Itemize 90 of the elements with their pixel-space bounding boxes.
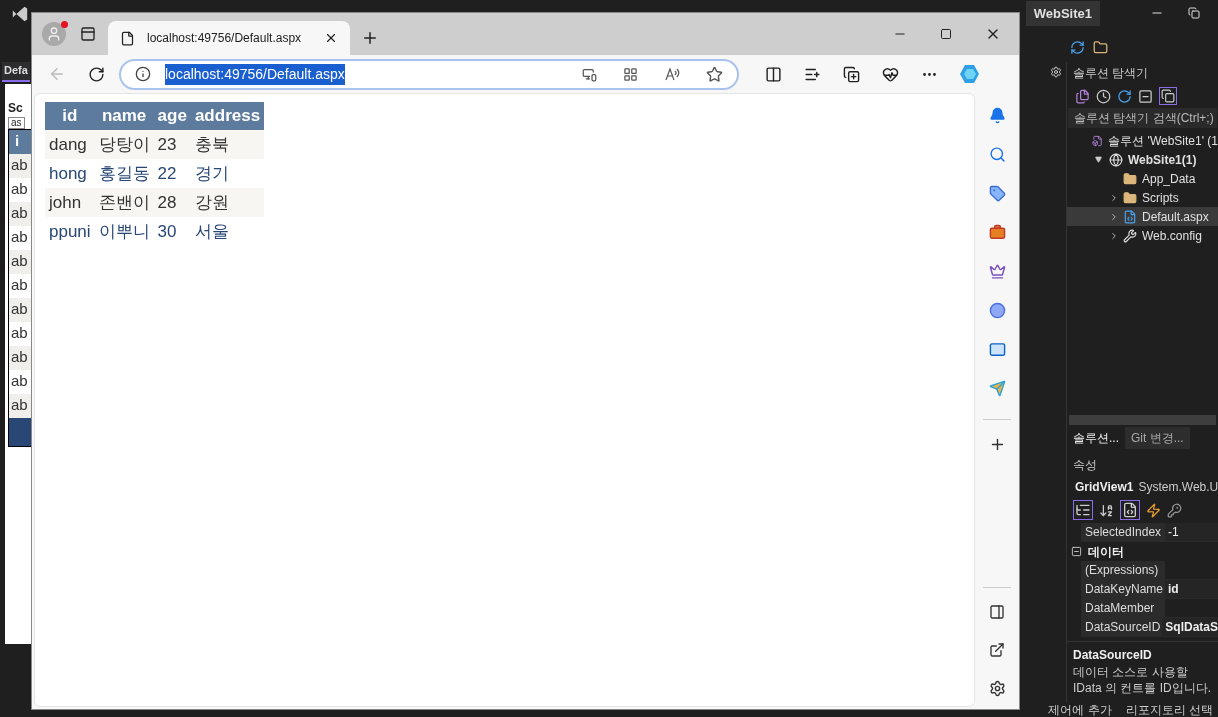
- table-cell: dang: [45, 130, 95, 159]
- object-type: System.Web.U: [1138, 479, 1218, 496]
- reload-button[interactable]: [88, 65, 105, 83]
- collapse-icon[interactable]: [1071, 546, 1082, 557]
- column-header: address: [190, 102, 265, 130]
- profile-button[interactable]: [42, 22, 66, 46]
- property-category: 데이터: [1088, 543, 1124, 561]
- table-cell: 존밴이: [94, 188, 154, 217]
- tree-item[interactable]: Scripts: [1067, 188, 1218, 207]
- history-icon[interactable]: [1096, 88, 1111, 104]
- panel-title: 속성: [1072, 457, 1098, 474]
- solution-name: WebSite1: [1025, 1, 1100, 26]
- expanded-arrow-icon[interactable]: [1095, 156, 1102, 163]
- restore-button[interactable]: [1188, 7, 1200, 19]
- tree-item[interactable]: Web.config: [1067, 226, 1218, 245]
- properties-icon[interactable]: [1120, 500, 1140, 520]
- apps-icon[interactable]: [623, 66, 638, 82]
- refresh-icon[interactable]: [1070, 39, 1085, 55]
- tree-item[interactable]: App_Data: [1067, 169, 1218, 188]
- design-heading: Sc: [8, 100, 24, 117]
- tab-actions-icon[interactable]: [80, 26, 96, 42]
- lightning-icon[interactable]: [1146, 502, 1161, 518]
- folder-icon: [1123, 190, 1137, 205]
- send-icon[interactable]: [988, 380, 1006, 397]
- description-text: 데이터 소스로 사용할 IData 의 컨트롤 ID입니다.: [1073, 664, 1212, 696]
- maximize-button[interactable]: [940, 28, 952, 40]
- profile-icon: [46, 26, 62, 42]
- property-value[interactable]: SqlDataS: [1162, 618, 1218, 636]
- property-value[interactable]: id: [1165, 580, 1218, 598]
- tree-item[interactable]: 솔루션 'WebSite1' (1: [1067, 131, 1218, 150]
- table-cell: 23: [153, 130, 191, 159]
- heart-icon[interactable]: [882, 65, 899, 83]
- tree-item[interactable]: Default.aspx: [1067, 207, 1218, 226]
- collections-icon[interactable]: [843, 65, 860, 83]
- search-field[interactable]: 솔루션 탐색기 검색(Ctrl+;): [1068, 108, 1217, 128]
- read-aloud-icon[interactable]: [664, 66, 680, 82]
- column-header: name: [94, 102, 154, 130]
- globe-icon: [1109, 152, 1123, 167]
- close-tab-icon[interactable]: [324, 31, 338, 45]
- panel-tab[interactable]: Git 변경...: [1125, 427, 1190, 449]
- table-cell: 28: [153, 188, 191, 217]
- column-header: age: [153, 102, 191, 130]
- table-cell: 당탕이: [94, 130, 154, 159]
- status-item[interactable]: 리포지토리 선택: [1125, 703, 1213, 717]
- table-cell: john: [45, 188, 95, 217]
- property-value[interactable]: -1: [1165, 523, 1218, 541]
- new-tab-button[interactable]: [361, 29, 379, 47]
- property-name: DataSourceID: [1081, 618, 1163, 636]
- property-name: DataMember: [1081, 599, 1165, 617]
- sidebar-toggle-icon[interactable]: [989, 604, 1005, 620]
- pages-icon[interactable]: [1159, 87, 1177, 105]
- tab-title: localhost:49756/Default.aspx: [147, 30, 303, 47]
- external-link-icon[interactable]: [989, 642, 1005, 658]
- page-icon: [120, 30, 135, 46]
- browser-tab[interactable]: localhost:49756/Default.aspx: [108, 21, 350, 55]
- tag-icon[interactable]: [988, 185, 1006, 202]
- table-cell: 강원: [190, 188, 265, 217]
- address-bar[interactable]: localhost:49756/Default.aspx: [119, 58, 739, 90]
- search-icon[interactable]: [988, 146, 1006, 163]
- info-icon[interactable]: [135, 66, 151, 82]
- circle-app-icon[interactable]: [988, 302, 1006, 319]
- favorite-icon[interactable]: [706, 65, 723, 83]
- split-screen-icon[interactable]: [765, 65, 782, 83]
- key-icon[interactable]: [1167, 502, 1182, 518]
- collapse-icon[interactable]: [1138, 88, 1153, 104]
- file-icon: [1123, 209, 1137, 224]
- editor-tab[interactable]: Defa: [2, 62, 30, 82]
- address-text[interactable]: localhost:49756/Default.aspx: [165, 63, 345, 85]
- property-name: DataKeyName: [1081, 580, 1165, 598]
- file-icon: [1092, 133, 1104, 148]
- object-name: GridView1: [1075, 479, 1134, 496]
- folder-icon: [1123, 171, 1137, 186]
- property-name: SelectedIndex: [1081, 523, 1165, 541]
- logo-icon: [11, 5, 29, 23]
- status-item[interactable]: 제어에 추가: [1048, 703, 1112, 717]
- refresh-icon[interactable]: [1117, 88, 1132, 104]
- wrench-icon: [1123, 228, 1137, 243]
- settings-icon[interactable]: [988, 680, 1006, 697]
- panel-title: 솔루션 탐색기: [1072, 65, 1150, 82]
- device-icon[interactable]: [582, 66, 597, 82]
- description-title: DataSourceID: [1073, 647, 1153, 664]
- property-name: (Expressions): [1081, 561, 1165, 579]
- sort-icon[interactable]: [1099, 502, 1114, 518]
- scrollbar[interactable]: [1069, 415, 1216, 425]
- control-tag: as: [8, 117, 25, 129]
- column-header: id: [45, 102, 95, 130]
- bell-icon[interactable]: [988, 107, 1006, 124]
- categorized-icon[interactable]: [1073, 500, 1093, 520]
- table-cell: 충북: [190, 130, 265, 159]
- tree-item[interactable]: WebSite1(1): [1067, 150, 1218, 169]
